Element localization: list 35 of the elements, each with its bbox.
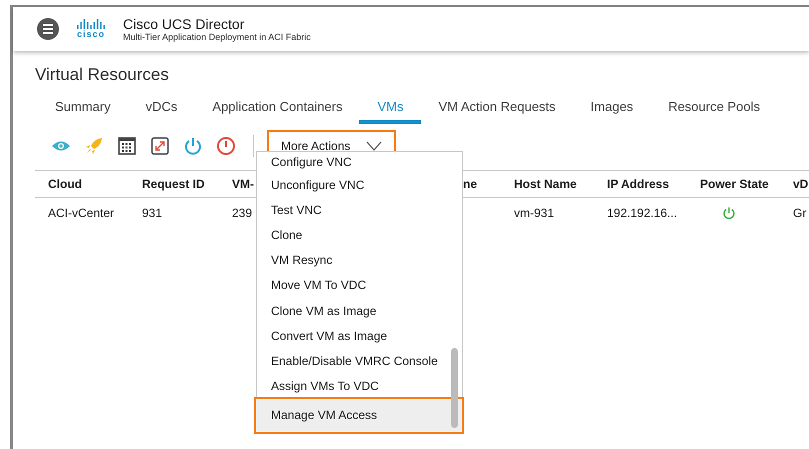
- menu-item[interactable]: Manage VM Access: [256, 398, 462, 432]
- menu-item[interactable]: Move VM To VDC: [257, 272, 450, 298]
- logo-text: cisco: [76, 29, 105, 39]
- table-cell: vm-931: [514, 206, 554, 220]
- column-header: ne: [463, 177, 478, 191]
- page-title: Virtual Resources: [35, 65, 170, 85]
- table-cell: 239: [232, 206, 252, 220]
- menu-item[interactable]: Test VNC: [257, 197, 450, 222]
- menu-item[interactable]: Enable/Disable VMRC Console: [257, 348, 450, 374]
- column-header: vD: [793, 177, 808, 191]
- menu-item[interactable]: Clone VM as Image: [257, 298, 450, 324]
- menu-item[interactable]: Convert VM as Image: [257, 323, 450, 348]
- column-header: Power State: [700, 177, 769, 191]
- app-subtitle: Multi-Tier Application Deployment in ACI Fabric: [123, 32, 311, 42]
- column-header: VM-: [232, 177, 254, 191]
- menu-item[interactable]: VM Resync: [257, 248, 450, 273]
- menu-item[interactable]: Clone: [257, 222, 450, 248]
- menu-item[interactable]: Unconfigure VNC: [257, 172, 450, 198]
- tab[interactable]: Images: [590, 95, 634, 124]
- tab[interactable]: VMs: [359, 95, 422, 124]
- tab[interactable]: Application Containers: [212, 95, 342, 124]
- tab[interactable]: Resource Pools: [668, 95, 760, 124]
- menu-item[interactable]: Assign VMs To VDC: [257, 374, 450, 399]
- tab[interactable]: vDCs: [146, 95, 178, 124]
- table-cell: 192.192.16...: [607, 206, 678, 220]
- table-cell: Gr: [793, 206, 806, 220]
- table-cell: ACI-vCenter: [48, 206, 114, 220]
- app-title: Cisco UCS Director: [123, 16, 246, 32]
- column-header: Request ID: [142, 177, 205, 191]
- tab[interactable]: VM Action Requests: [438, 95, 556, 124]
- tab[interactable]: Summary: [55, 95, 111, 124]
- column-header: Cloud: [48, 177, 82, 191]
- column-header: IP Address: [607, 177, 670, 191]
- table-cell: 931: [142, 206, 162, 220]
- column-header: Host Name: [514, 177, 577, 191]
